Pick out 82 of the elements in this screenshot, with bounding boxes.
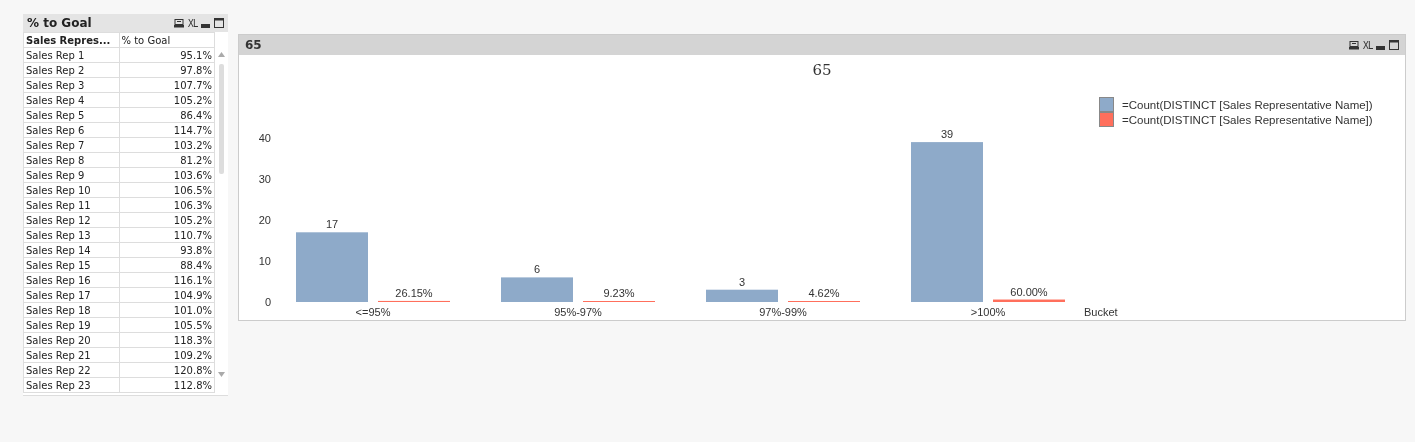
table-cell: 120.8% xyxy=(119,362,215,378)
table-cell: 114.7% xyxy=(119,122,215,138)
category-label: <=95% xyxy=(355,306,391,318)
axis-label: 30 xyxy=(258,173,271,185)
table-cell: Sales Rep 18 xyxy=(23,302,119,318)
table-cell: 81.2% xyxy=(119,152,215,168)
table-cell: Sales Rep 17 xyxy=(23,287,119,303)
table-cell: Sales Rep 3 xyxy=(23,77,119,93)
value-label: 39 xyxy=(940,128,954,141)
table-cell: 104.9% xyxy=(119,287,215,303)
scrollbar-thumb[interactable] xyxy=(219,64,224,174)
table-cell: 101.0% xyxy=(119,302,215,318)
table-cell: Sales Rep 16 xyxy=(23,272,119,288)
category-label: >100% xyxy=(970,306,1006,318)
table-cell: 105.5% xyxy=(119,317,215,333)
bar xyxy=(706,289,778,302)
legend-label: =Count(DISTINCT [Sales Representative Name]) xyxy=(1122,114,1373,126)
table-cell: Sales Rep 1 xyxy=(23,47,119,63)
value-label: 17 xyxy=(325,218,339,231)
value-label: 60.00% xyxy=(1010,285,1048,298)
table-cell: 109.2% xyxy=(119,347,215,363)
axis-label: 0 xyxy=(264,296,271,308)
category-label: 97%-99% xyxy=(759,306,807,318)
table-cell: 93.8% xyxy=(119,242,215,258)
table-cell: 112.8% xyxy=(119,377,215,393)
value-label: 9.23% xyxy=(603,287,635,299)
table-cell: Sales Rep 19 xyxy=(23,317,119,333)
axis-label: 20 xyxy=(258,214,271,226)
table-cell: Sales Rep 2 xyxy=(23,62,119,78)
value-label: 26.15% xyxy=(395,286,433,299)
maximize-icon[interactable] xyxy=(214,18,224,28)
column-header[interactable]: % to Goal xyxy=(119,32,215,48)
table-cell: 107.7% xyxy=(119,77,215,93)
table-cell: Sales Rep 12 xyxy=(23,212,119,228)
table-cell: 116.1% xyxy=(119,272,215,288)
category-label: 95%-97% xyxy=(554,306,602,318)
value-label: 6 xyxy=(533,263,541,276)
print-icon[interactable] xyxy=(1348,40,1359,50)
axis-title: Bucket xyxy=(1084,306,1118,318)
table-cell: Sales Rep 22 xyxy=(23,362,119,378)
table-cell: Sales Rep 11 xyxy=(23,197,119,213)
export-button[interactable]: XL xyxy=(187,17,197,29)
table-cell: 97.8% xyxy=(119,62,215,78)
table-cell: Sales Rep 10 xyxy=(23,182,119,198)
table-cell: Sales Rep 23 xyxy=(23,377,119,393)
table-cell: 95.1% xyxy=(119,47,215,63)
table-cell: 105.2% xyxy=(119,212,215,228)
maximize-icon[interactable] xyxy=(1389,40,1399,50)
column-header[interactable]: Sales Repres... xyxy=(23,32,119,48)
table-cell: Sales Rep 5 xyxy=(23,107,119,123)
table-cell: 110.7% xyxy=(119,227,215,243)
export-button[interactable]: XL xyxy=(1362,39,1372,51)
table-cell: Sales Rep 13 xyxy=(23,227,119,243)
value-label: 3 xyxy=(738,275,746,288)
table-cell: Sales Rep 14 xyxy=(23,242,119,258)
value-label: 4.62% xyxy=(808,287,840,299)
table-cell: 88.4% xyxy=(119,257,215,273)
panel-title: 65 xyxy=(245,38,262,52)
table-cell: 106.5% xyxy=(119,182,215,198)
table-cell: 103.6% xyxy=(119,167,215,183)
table-cell: Sales Rep 15 xyxy=(23,257,119,273)
axis-label: 10 xyxy=(258,255,271,267)
table-cell: Sales Rep 4 xyxy=(23,92,119,108)
table-cell: Sales Rep 6 xyxy=(23,122,119,138)
table-cell: 106.3% xyxy=(119,197,215,213)
panel-title: % to Goal xyxy=(27,16,92,30)
table-cell: 105.2% xyxy=(119,92,215,108)
legend-label: =Count(DISTINCT [Sales Representative Name]) xyxy=(1122,99,1373,111)
table-cell: Sales Rep 8 xyxy=(23,152,119,168)
table-cell: Sales Rep 21 xyxy=(23,347,119,363)
axis-label: 40 xyxy=(258,132,271,144)
table-cell: 86.4% xyxy=(119,107,215,123)
bar xyxy=(296,232,368,302)
table-cell: 118.3% xyxy=(119,332,215,348)
chart-title: 65 xyxy=(812,61,832,79)
table-cell: Sales Rep 9 xyxy=(23,167,119,183)
table-cell: Sales Rep 7 xyxy=(23,137,119,153)
print-icon[interactable] xyxy=(173,18,184,28)
bar xyxy=(501,277,573,302)
bar xyxy=(993,299,1065,302)
table-cell: Sales Rep 20 xyxy=(23,332,119,348)
table-cell: 103.2% xyxy=(119,137,215,153)
